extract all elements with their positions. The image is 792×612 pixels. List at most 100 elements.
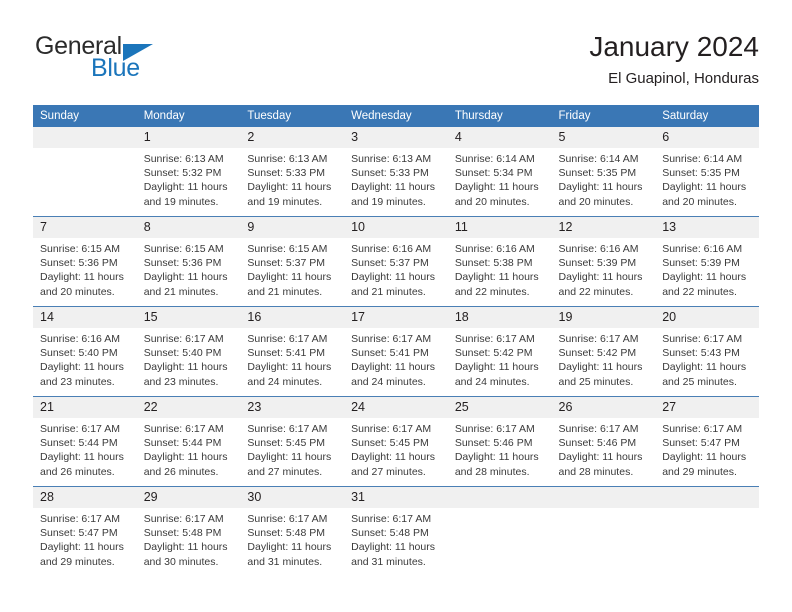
daylight-text-line2: and 22 minutes.: [662, 285, 737, 298]
calendar-day-cell[interactable]: 18 Sunrise: 6:17 AM Sunset: 5:42 PM Dayligh…: [447, 306, 552, 397]
daylight-text-line1: Daylight: 11 hours: [247, 361, 332, 374]
calendar-day-cell[interactable]: 24 Sunrise: 6:17 AM Sunset: 5:45 PM Dayligh…: [344, 396, 448, 487]
sunset-text: Sunset: 5:41 PM: [351, 347, 429, 360]
calendar-week-row: 14 Sunrise: 6:16 AM Sunset: 5:40 PM Dayligh…: [33, 306, 759, 397]
sunrise-text: Sunrise: 6:17 AM: [454, 333, 535, 345]
sunset-text: Sunset: 5:46 PM: [558, 437, 637, 450]
calendar-day-cell[interactable]: 1 Sunrise: 6:13 AM Sunset: 5:32 PM Daylight…: [136, 127, 241, 217]
day-details: Sunrise: 6:13 AM Sunset: 5:33 PM Daylight:…: [344, 148, 448, 209]
day-number: 31: [344, 487, 448, 508]
calendar-day-cell[interactable]: 19 Sunrise: 6:17 AM Sunset: 5:42 PM Dayligh…: [551, 306, 656, 397]
calendar-day-cell[interactable]: 9 Sunrise: 6:15 AM Sunset: 5:37 PM Daylight…: [240, 216, 345, 307]
sunrise-text: Sunrise: 6:17 AM: [351, 513, 432, 525]
calendar-day-cell[interactable]: 28 Sunrise: 6:17 AM Sunset: 5:47 PM Dayligh…: [33, 486, 137, 576]
calendar-table: Sunday Monday Tuesday Wednesday Thursday Frid…: [33, 105, 759, 576]
sunset-text: Sunset: 5:33 PM: [351, 167, 429, 180]
day-details: Sunrise: 6:17 AM Sunset: 5:42 PM Daylight:…: [552, 328, 656, 389]
day-details: Sunrise: 6:17 AM Sunset: 5:41 PM Daylight:…: [240, 328, 344, 389]
daylight-text-line2: and 28 minutes.: [558, 465, 634, 478]
day-number: 14: [33, 307, 137, 328]
calendar-day-cell[interactable]: 29 Sunrise: 6:17 AM Sunset: 5:48 PM Dayligh…: [136, 486, 241, 576]
day-details: Sunrise: 6:17 AM Sunset: 5:48 PM Daylight:…: [344, 508, 448, 569]
calendar-day-cell[interactable]: 11 Sunrise: 6:16 AM Sunset: 5:38 PM Dayligh…: [447, 216, 552, 307]
daylight-text-line2: and 28 minutes.: [454, 465, 530, 478]
day-number: 3: [344, 127, 448, 148]
sunset-text: Sunset: 5:35 PM: [558, 167, 637, 180]
sunset-text: Sunset: 5:45 PM: [247, 437, 326, 450]
sunrise-text: Sunrise: 6:17 AM: [247, 513, 328, 525]
calendar-day-cell[interactable]: 15 Sunrise: 6:17 AM Sunset: 5:40 PM Dayligh…: [136, 306, 241, 397]
daylight-text-line1: Daylight: 11 hours: [558, 181, 643, 194]
day-number: 19: [551, 307, 656, 328]
daylight-text-line2: and 24 minutes.: [351, 375, 426, 388]
daylight-text-line2: and 22 minutes.: [558, 285, 634, 298]
calendar-page: General Blue January 2024 El Guapinol, H…: [0, 0, 792, 612]
weekday-header-tuesday: Tuesday: [240, 105, 345, 127]
daylight-text-line2: and 20 minutes.: [558, 195, 634, 208]
sunrise-text: Sunrise: 6:15 AM: [143, 243, 224, 255]
calendar-day-cell[interactable]: 12 Sunrise: 6:16 AM Sunset: 5:39 PM Dayligh…: [551, 216, 656, 307]
daylight-text-line2: and 21 minutes.: [247, 285, 323, 298]
calendar-day-cell[interactable]: 4 Sunrise: 6:14 AM Sunset: 5:34 PM Daylight…: [447, 127, 552, 217]
day-number: 13: [655, 217, 759, 238]
day-details: Sunrise: 6:17 AM Sunset: 5:44 PM Daylight:…: [137, 418, 241, 479]
sunrise-text: Sunrise: 6:16 AM: [351, 243, 432, 255]
daylight-text-line1: Daylight: 11 hours: [40, 451, 124, 464]
calendar-week-row: 1 Sunrise: 6:13 AM Sunset: 5:32 PM Daylight…: [33, 127, 759, 217]
calendar-day-cell[interactable]: 2 Sunrise: 6:13 AM Sunset: 5:33 PM Daylight…: [240, 127, 345, 217]
calendar-day-cell[interactable]: 7 Sunrise: 6:15 AM Sunset: 5:36 PM Daylight…: [33, 216, 137, 307]
sunset-text: Sunset: 5:37 PM: [247, 257, 326, 270]
calendar-day-cell[interactable]: 17 Sunrise: 6:17 AM Sunset: 5:41 PM Dayligh…: [344, 306, 448, 397]
day-number: 27: [655, 397, 759, 418]
day-details: Sunrise: 6:16 AM Sunset: 5:37 PM Daylight:…: [344, 238, 448, 299]
daylight-text-line2: and 30 minutes.: [143, 555, 219, 568]
day-number: 18: [447, 307, 552, 328]
sunrise-text: Sunrise: 6:14 AM: [454, 153, 535, 165]
calendar-day-cell[interactable]: 20 Sunrise: 6:17 AM Sunset: 5:43 PM Dayligh…: [655, 306, 759, 397]
calendar-day-cell[interactable]: 14 Sunrise: 6:16 AM Sunset: 5:40 PM Dayligh…: [33, 306, 137, 397]
sunset-text: Sunset: 5:35 PM: [662, 167, 740, 180]
calendar-day-cell[interactable]: 22 Sunrise: 6:17 AM Sunset: 5:44 PM Dayligh…: [136, 396, 241, 487]
sunset-text: Sunset: 5:40 PM: [143, 347, 222, 360]
calendar-day-cell[interactable]: 26 Sunrise: 6:17 AM Sunset: 5:46 PM Dayligh…: [551, 396, 656, 487]
calendar-day-cell[interactable]: 30 Sunrise: 6:17 AM Sunset: 5:48 PM Dayligh…: [240, 486, 345, 576]
daylight-text-line2: and 19 minutes.: [247, 195, 323, 208]
sunset-text: Sunset: 5:48 PM: [143, 527, 222, 540]
sunrise-text: Sunrise: 6:16 AM: [662, 243, 743, 255]
day-number: 11: [447, 217, 552, 238]
daylight-text-line2: and 21 minutes.: [351, 285, 426, 298]
daylight-text-line1: Daylight: 11 hours: [351, 271, 435, 284]
calendar-day-cell[interactable]: 21 Sunrise: 6:17 AM Sunset: 5:44 PM Dayligh…: [33, 396, 137, 487]
calendar-day-cell[interactable]: 27 Sunrise: 6:17 AM Sunset: 5:47 PM Dayligh…: [655, 396, 759, 487]
calendar-day-cell[interactable]: 6 Sunrise: 6:14 AM Sunset: 5:35 PM Daylight…: [655, 127, 759, 217]
daylight-text-line1: Daylight: 11 hours: [558, 361, 643, 374]
daylight-text-line2: and 26 minutes.: [40, 465, 115, 478]
daylight-text-line1: Daylight: 11 hours: [662, 451, 747, 464]
sunset-text: Sunset: 5:36 PM: [40, 257, 118, 270]
day-details: Sunrise: 6:17 AM Sunset: 5:41 PM Daylight:…: [344, 328, 448, 389]
daylight-text-line2: and 23 minutes.: [40, 375, 115, 388]
calendar-day-cell[interactable]: 23 Sunrise: 6:17 AM Sunset: 5:45 PM Dayligh…: [240, 396, 345, 487]
calendar-day-cell[interactable]: 5 Sunrise: 6:14 AM Sunset: 5:35 PM Daylight…: [551, 127, 656, 217]
daylight-text-line2: and 20 minutes.: [662, 195, 737, 208]
sunset-text: Sunset: 5:47 PM: [40, 527, 118, 540]
calendar-day-cell[interactable]: 31 Sunrise: 6:17 AM Sunset: 5:48 PM Dayligh…: [344, 486, 448, 576]
calendar-day-cell[interactable]: 13 Sunrise: 6:16 AM Sunset: 5:39 PM Dayligh…: [655, 216, 759, 307]
calendar-day-cell[interactable]: 16 Sunrise: 6:17 AM Sunset: 5:41 PM Dayligh…: [240, 306, 345, 397]
daylight-text-line2: and 24 minutes.: [454, 375, 530, 388]
calendar-day-cell[interactable]: 10 Sunrise: 6:16 AM Sunset: 5:37 PM Dayligh…: [344, 216, 448, 307]
day-number: 1: [136, 127, 241, 148]
calendar-day-cell[interactable]: 3 Sunrise: 6:13 AM Sunset: 5:33 PM Daylight…: [344, 127, 448, 217]
day-number: 9: [240, 217, 345, 238]
calendar-day-cell-empty: [33, 127, 137, 217]
sunset-text: Sunset: 5:42 PM: [558, 347, 637, 360]
day-number: 17: [344, 307, 448, 328]
weekday-header-saturday: Saturday: [655, 105, 759, 127]
daylight-text-line1: Daylight: 11 hours: [454, 271, 539, 284]
day-details: Sunrise: 6:17 AM Sunset: 5:46 PM Daylight:…: [552, 418, 656, 479]
calendar-week-row: 21 Sunrise: 6:17 AM Sunset: 5:44 PM Dayligh…: [33, 396, 759, 487]
daylight-text-line1: Daylight: 11 hours: [247, 271, 332, 284]
calendar-day-cell[interactable]: 25 Sunrise: 6:17 AM Sunset: 5:46 PM Dayligh…: [447, 396, 552, 487]
sunrise-text: Sunrise: 6:16 AM: [40, 333, 120, 345]
calendar-day-cell[interactable]: 8 Sunrise: 6:15 AM Sunset: 5:36 PM Daylight…: [136, 216, 241, 307]
